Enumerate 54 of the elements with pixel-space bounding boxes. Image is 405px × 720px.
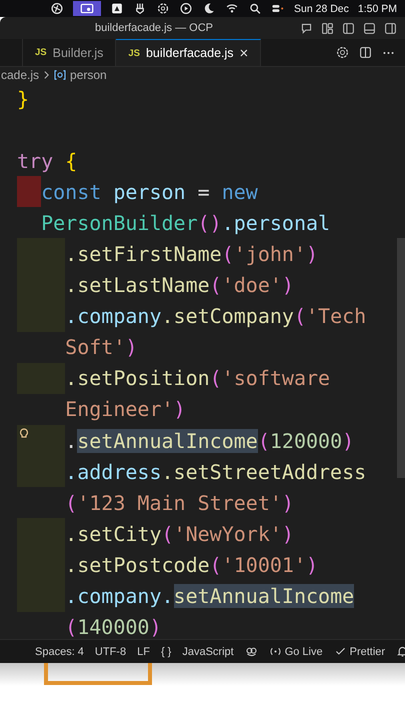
wifi-icon[interactable] <box>225 2 240 15</box>
app-icon[interactable] <box>50 2 64 15</box>
copilot-icon[interactable] <box>244 645 258 658</box>
variable-icon <box>54 70 66 80</box>
file-type-label: JS <box>128 48 140 58</box>
code-line: (140000) <box>65 615 162 639</box>
broadcast-icon[interactable] <box>268 645 282 658</box>
indentation-status[interactable]: Spaces: 4 <box>35 646 84 658</box>
chevron-icon <box>43 70 50 80</box>
more-icon[interactable] <box>382 50 395 56</box>
prettier-status[interactable]: Prettier <box>350 646 386 658</box>
file-type-label: JS <box>35 47 47 58</box>
code-line: try { <box>17 148 78 173</box>
editor-tab[interactable]: JS Builder.js <box>22 39 116 66</box>
code-line: ('123 Main Street') <box>65 490 294 515</box>
breadcrumb-file[interactable]: cade.js <box>1 68 40 82</box>
menu-time: 1:50 PM <box>358 2 397 14</box>
lightbulb-icon[interactable] <box>18 428 30 440</box>
screen-share-icon[interactable] <box>73 1 102 16</box>
menu-date: Sun 28 Dec <box>294 2 349 14</box>
window-title: builderfacade.js — OCP <box>95 22 213 34</box>
code-line: } <box>17 86 30 111</box>
control-center-icon[interactable] <box>271 2 286 15</box>
line-ending-status[interactable]: LF <box>137 646 150 658</box>
code-line: .address.setStreetAddress <box>65 460 366 484</box>
code-line: .company.setCompany('Tech <box>65 304 366 328</box>
scrollbar-thumb[interactable] <box>397 238 405 478</box>
encoding-status[interactable]: UTF-8 <box>94 646 126 658</box>
code-line: .setFirstName('john') <box>65 242 318 266</box>
code-line: Soft') <box>65 335 138 360</box>
search-icon[interactable] <box>248 2 262 15</box>
chat-icon[interactable] <box>300 22 313 34</box>
sidebar-toggle-icon[interactable] <box>342 22 355 34</box>
layout-icon[interactable] <box>321 22 334 34</box>
code-line: .setLastName('doe') <box>65 273 294 298</box>
panel-toggle-icon[interactable] <box>363 22 376 34</box>
secondary-sidebar-icon[interactable] <box>384 22 397 34</box>
breadcrumb-symbol[interactable]: person <box>70 68 107 82</box>
code-line: const person = new <box>41 180 258 204</box>
code-line: Engineer') <box>65 397 186 422</box>
moon-icon[interactable] <box>202 2 216 15</box>
tab-label: Builder.js <box>52 46 104 60</box>
editor-tab[interactable]: JS builderfacade.js × <box>116 39 262 66</box>
code-line: .setPosition('software <box>65 366 330 390</box>
code-line: PersonBuilder().personal <box>41 210 330 235</box>
language-status[interactable]: JavaScript <box>182 646 234 658</box>
go-live-status[interactable]: Go Live <box>284 646 323 658</box>
code-line: .setPostcode('10001') <box>65 552 318 577</box>
language-braces[interactable]: { } <box>160 646 172 658</box>
tab-label: builderfacade.js <box>146 46 234 60</box>
split-editor-icon[interactable] <box>359 46 372 59</box>
close-tab-button[interactable]: × <box>240 44 248 62</box>
code-line: .setCity('NewYork') <box>65 522 294 546</box>
play-icon[interactable] <box>179 2 194 15</box>
